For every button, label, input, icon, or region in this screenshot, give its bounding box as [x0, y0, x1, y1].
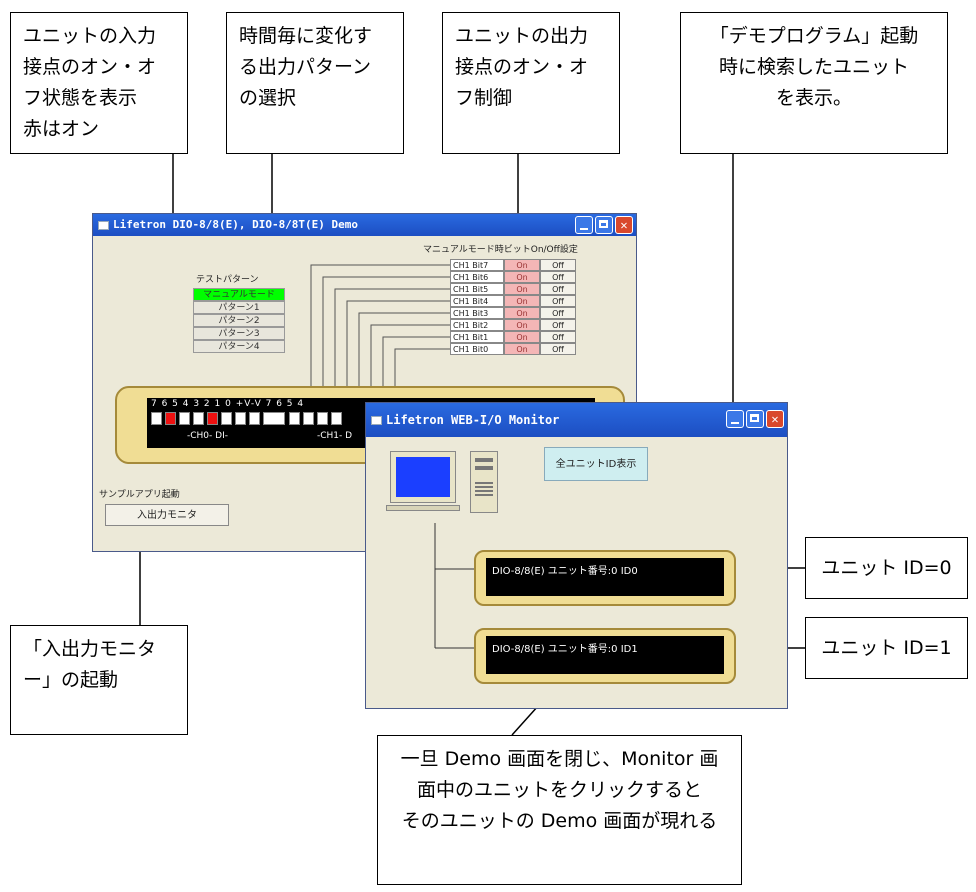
- bit6-off-button[interactable]: Off: [540, 271, 576, 283]
- bit-label: CH1 Bit5: [450, 283, 504, 295]
- bit6-on-button[interactable]: On: [504, 271, 540, 283]
- unit-id0-label: DIO-8/8(E) ユニット番号:0 ID0: [492, 566, 638, 577]
- bit-label: CH1 Bit6: [450, 271, 504, 283]
- bit5-on-button[interactable]: On: [504, 283, 540, 295]
- input-cell-5: [179, 412, 190, 425]
- bit-table: CH1 Bit7 On Off CH1 Bit6 On Off CH1 Bit5 On Of…: [450, 259, 600, 359]
- ch1-label: -CH1- D: [317, 431, 353, 441]
- bit1-off-button[interactable]: Off: [540, 331, 576, 343]
- bit0-off-button[interactable]: Off: [540, 343, 576, 355]
- bit7-on-button[interactable]: On: [504, 259, 540, 271]
- bit4-on-button[interactable]: On: [504, 295, 540, 307]
- io-monitor-button[interactable]: 入出力モニタ: [105, 504, 229, 526]
- unit-id1-label: DIO-8/8(E) ユニット番号:0 ID1: [492, 644, 638, 655]
- unit-id0[interactable]: DIO-8/8(E) ユニット番号:0 ID0: [474, 550, 736, 606]
- callout-output-control: ユニットの出力 接点のオン・オ フ制御: [442, 12, 620, 154]
- callout-input-status: ユニットの入力 接点のオン・オ フ状態を表示 赤はオン: [10, 12, 188, 154]
- unit-id1-panel: DIO-8/8(E) ユニット番号:0 ID1: [486, 636, 724, 674]
- input-cells: [151, 412, 351, 425]
- unit-id1[interactable]: DIO-8/8(E) ユニット番号:0 ID1: [474, 628, 736, 684]
- bit3-on-button[interactable]: On: [504, 307, 540, 319]
- bit-label: CH1 Bit0: [450, 343, 504, 355]
- bit3-off-button[interactable]: Off: [540, 307, 576, 319]
- input-cell-1: [235, 412, 246, 425]
- input-cell-0: [249, 412, 260, 425]
- callout-unit-id0: ユニット ID=0: [805, 537, 968, 599]
- power-cell: [263, 412, 285, 425]
- bit-label: CH1 Bit1: [450, 331, 504, 343]
- bit2-on-button[interactable]: On: [504, 319, 540, 331]
- input-cell-7: [151, 412, 162, 425]
- callout-pattern-select: 時間毎に変化す る出力パターン の選択: [226, 12, 404, 154]
- bit-label: CH1 Bit7: [450, 259, 504, 271]
- bit-label: CH1 Bit3: [450, 307, 504, 319]
- input-cell-4: [193, 412, 204, 425]
- callout-monitor-launch: 「入出力モニタ ー」の起動: [10, 625, 188, 735]
- bit2-off-button[interactable]: Off: [540, 319, 576, 331]
- output-cell-6: [303, 412, 314, 425]
- bit-label: CH1 Bit2: [450, 319, 504, 331]
- bit4-off-button[interactable]: Off: [540, 295, 576, 307]
- output-cell-5: [317, 412, 328, 425]
- sample-app-label: サンプルアプリ起動: [99, 490, 180, 500]
- ch0-label: -CH0- DI-: [187, 431, 228, 441]
- callout-unit-id1: ユニット ID=1: [805, 617, 968, 679]
- output-cell-4: [331, 412, 342, 425]
- pin-labels: 7 6 5 4 3 2 1 0 +V-V 7 6 5 4: [151, 399, 305, 409]
- callout-demo-units: 「デモプログラム」起動 時に検索したユニット を表示。: [680, 12, 948, 154]
- input-cell-2: [221, 412, 232, 425]
- callout-bottom-note: 一旦 Demo 画面を閉じ、Monitor 画 面中のユニットをクリックすると …: [377, 735, 742, 885]
- output-cell-7: [289, 412, 300, 425]
- bit5-off-button[interactable]: Off: [540, 283, 576, 295]
- bit-label: CH1 Bit4: [450, 295, 504, 307]
- monitor-window: Lifetron WEB-I/O Monitor 全ユニットID表示 DIO-8…: [365, 402, 788, 709]
- bit1-on-button[interactable]: On: [504, 331, 540, 343]
- input-cell-6-on: [165, 412, 176, 425]
- bit0-on-button[interactable]: On: [504, 343, 540, 355]
- input-cell-3-on: [207, 412, 218, 425]
- bit7-off-button[interactable]: Off: [540, 259, 576, 271]
- unit-id0-panel: DIO-8/8(E) ユニット番号:0 ID0: [486, 558, 724, 596]
